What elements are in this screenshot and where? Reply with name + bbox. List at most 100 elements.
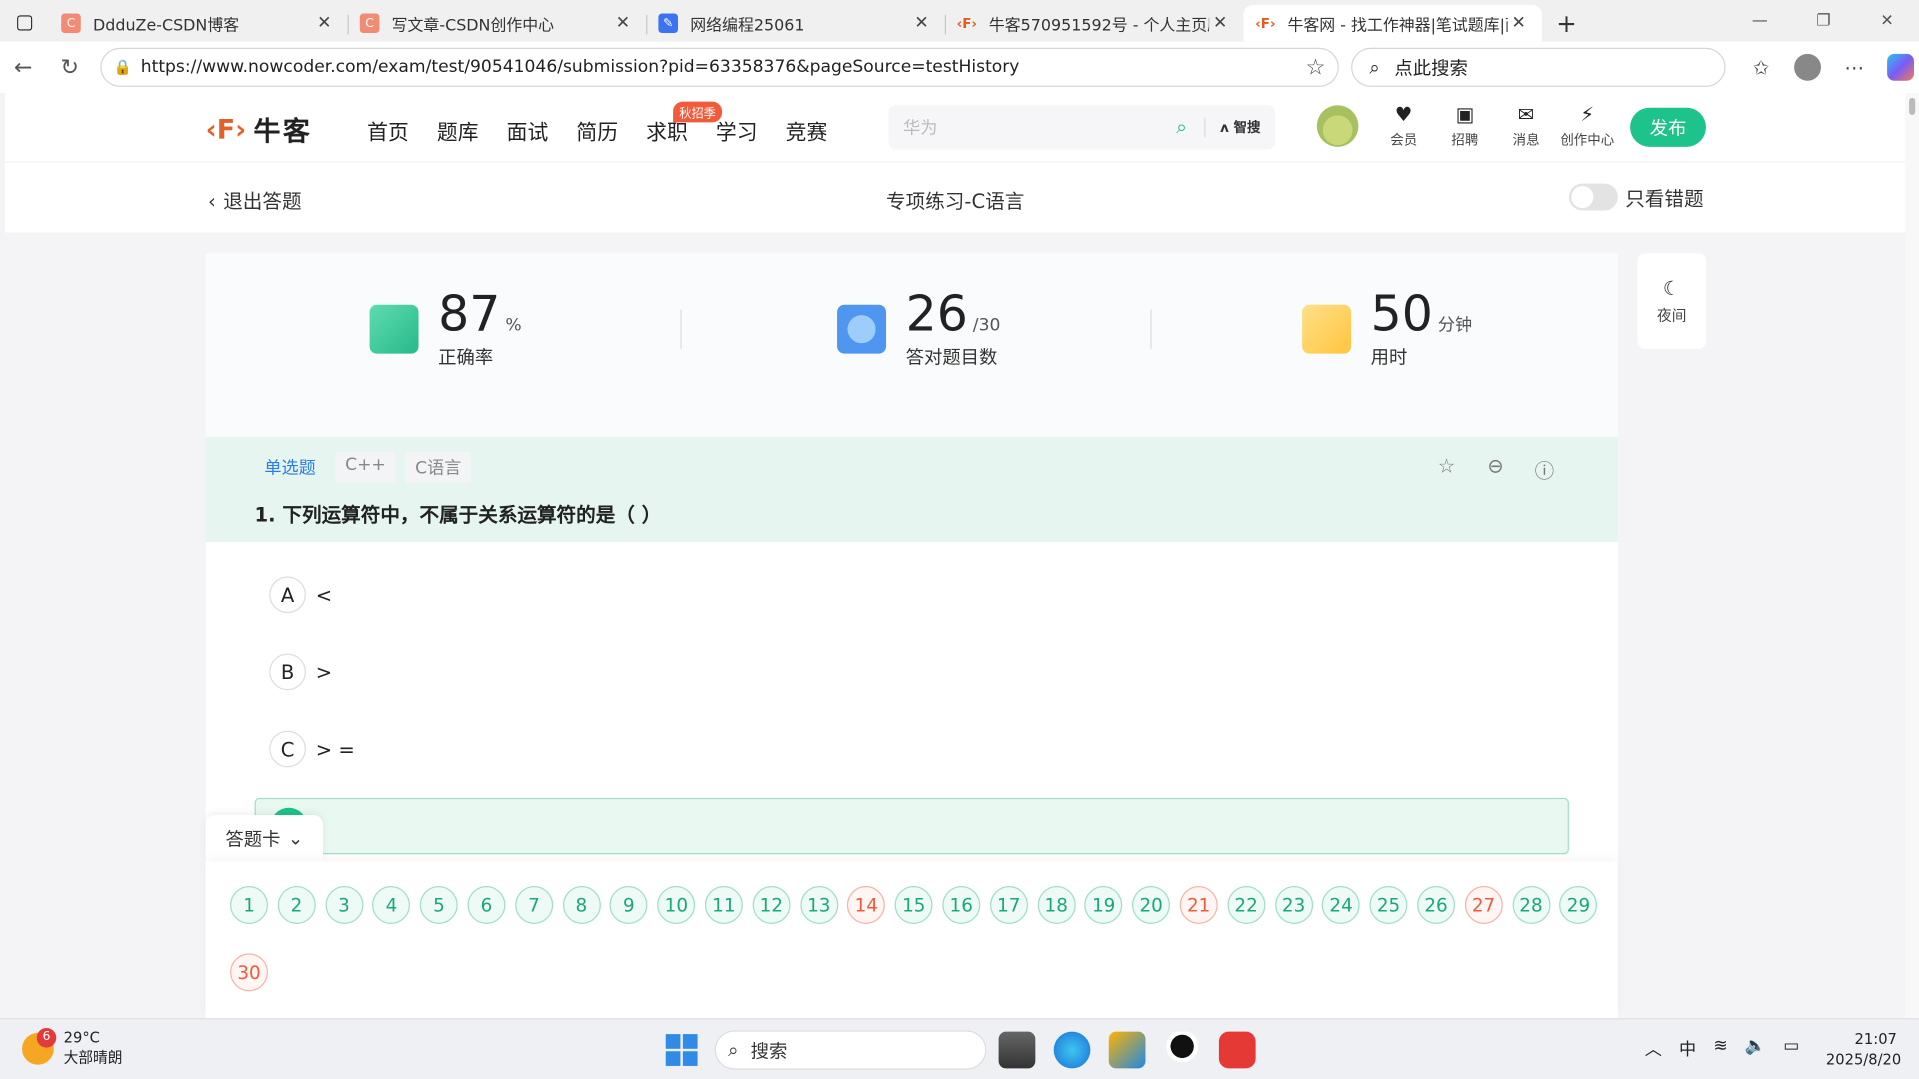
star-icon[interactable]: ☆ bbox=[1422, 454, 1471, 483]
netease-music-icon[interactable] bbox=[1218, 1031, 1256, 1069]
publish-button[interactable]: 发布 bbox=[1630, 107, 1706, 147]
option-a[interactable]: A < bbox=[269, 576, 332, 614]
nav-item-study[interactable]: 学习 bbox=[716, 115, 758, 145]
answer-number-button[interactable]: 9 bbox=[609, 886, 648, 924]
message-button[interactable]: ✉ 消息 bbox=[1495, 103, 1556, 150]
answer-number-button[interactable]: 14 bbox=[847, 886, 886, 924]
reload-icon[interactable]: ↻ bbox=[47, 44, 94, 91]
edge-icon[interactable] bbox=[1053, 1031, 1091, 1069]
answer-number-button[interactable]: 12 bbox=[752, 886, 791, 924]
answer-number-button[interactable]: 7 bbox=[514, 886, 553, 924]
nav-item-home[interactable]: 首页 bbox=[367, 115, 409, 145]
answer-number-button[interactable]: 20 bbox=[1132, 886, 1171, 924]
minus-circle-icon[interactable]: ⊖ bbox=[1471, 454, 1520, 483]
answer-number-button[interactable]: 18 bbox=[1037, 886, 1076, 924]
answer-number-button[interactable]: 27 bbox=[1464, 886, 1503, 924]
option-c[interactable]: C > = bbox=[269, 730, 355, 768]
copilot-icon[interactable] bbox=[1877, 53, 1919, 81]
ai-search-button[interactable]: ʌ 智搜 bbox=[1204, 117, 1261, 138]
answer-number-button[interactable]: 15 bbox=[894, 886, 933, 924]
more-icon[interactable]: ⋯ bbox=[1831, 56, 1878, 79]
answer-number-button[interactable]: 25 bbox=[1369, 886, 1408, 924]
volume-icon[interactable]: 🔈 bbox=[1745, 1037, 1766, 1061]
wifi-icon[interactable]: ≋ bbox=[1713, 1037, 1727, 1061]
browser-tab-2[interactable]: C 写文章-CSDN创作中心 ✕ bbox=[347, 5, 647, 42]
browser-tab-5[interactable]: ‹F› 牛客网 - 找工作神器|笔试题库|面试 ✕ bbox=[1243, 4, 1542, 42]
profile-icon[interactable] bbox=[1784, 53, 1831, 81]
chevron-up-icon[interactable]: ︿ bbox=[1645, 1037, 1662, 1061]
ime-indicator[interactable]: 中 bbox=[1679, 1037, 1696, 1061]
nav-item-questions[interactable]: 题库 bbox=[437, 115, 479, 145]
site-search-input[interactable]: 华为 ⌕ ʌ 智搜 bbox=[888, 105, 1276, 150]
topic-tag[interactable]: C++ bbox=[335, 451, 396, 484]
browser-tab-4[interactable]: ‹F› 牛客570951592号 - 个人主页刷题 ✕ bbox=[944, 5, 1244, 42]
answer-number-button[interactable]: 23 bbox=[1274, 886, 1313, 924]
answer-number-button[interactable]: 19 bbox=[1084, 886, 1123, 924]
system-clock[interactable]: 21:07 2025/8/20 bbox=[1826, 1029, 1901, 1071]
start-button[interactable] bbox=[665, 1034, 698, 1066]
answer-number-button[interactable]: 1 bbox=[230, 886, 269, 924]
vip-button[interactable]: ♥ 会员 bbox=[1373, 103, 1434, 150]
browser-tab-3[interactable]: ✎ 网络编程25061 ✕ bbox=[646, 5, 945, 42]
tab-actions-icon[interactable]: ▢ bbox=[0, 0, 49, 42]
close-tab-icon[interactable]: ✕ bbox=[1209, 13, 1231, 33]
answer-number-button[interactable]: 28 bbox=[1512, 886, 1550, 924]
answer-number-button[interactable]: 21 bbox=[1179, 886, 1218, 924]
option-d-correct[interactable] bbox=[254, 797, 1569, 855]
browser-search-box[interactable]: ⌕ 点此搜索 bbox=[1351, 47, 1726, 87]
search-icon[interactable]: ⌕ bbox=[1176, 115, 1187, 139]
answer-number-button[interactable]: 6 bbox=[467, 886, 506, 924]
close-window-icon[interactable]: ✕ bbox=[1855, 0, 1919, 42]
site-logo[interactable]: ‹F› 牛客 bbox=[206, 110, 313, 149]
weather-widget[interactable]: 6 29°C 大部晴朗 bbox=[22, 1027, 122, 1067]
address-bar[interactable]: 🔒 https://www.nowcoder.com/exam/test/905… bbox=[100, 47, 1339, 87]
answer-number-button[interactable]: 10 bbox=[657, 886, 696, 924]
answer-number-button[interactable]: 16 bbox=[942, 886, 981, 924]
user-avatar[interactable] bbox=[1316, 105, 1359, 147]
close-tab-icon[interactable]: ✕ bbox=[911, 13, 933, 33]
answer-number-button[interactable]: 2 bbox=[277, 886, 316, 924]
answer-number-button[interactable]: 13 bbox=[799, 886, 838, 924]
taskbar-search[interactable]: ⌕ 搜索 bbox=[714, 1030, 987, 1070]
topic-tag[interactable]: C语言 bbox=[405, 451, 472, 484]
answer-number-button[interactable]: 5 bbox=[419, 886, 458, 924]
answer-number-button[interactable]: 22 bbox=[1227, 886, 1266, 924]
answer-number-button[interactable]: 29 bbox=[1559, 886, 1598, 924]
answer-number-button[interactable]: 4 bbox=[372, 886, 411, 924]
answer-number-button[interactable]: 30 bbox=[230, 953, 269, 992]
restore-icon[interactable]: ❐ bbox=[1792, 0, 1856, 42]
browser-tab-1[interactable]: C DdduZe-CSDN博客 ✕ bbox=[49, 5, 348, 42]
new-tab-button[interactable]: + bbox=[1542, 5, 1591, 42]
recruit-button[interactable]: ▣ 招聘 bbox=[1434, 103, 1495, 150]
file-explorer-icon[interactable] bbox=[998, 1031, 1036, 1069]
minimize-icon[interactable]: — bbox=[1728, 0, 1792, 42]
scrollbar-thumb[interactable] bbox=[1909, 97, 1916, 116]
wrong-only-toggle[interactable]: 只看错题 bbox=[1568, 182, 1704, 211]
nav-item-interview[interactable]: 面试 bbox=[507, 115, 549, 145]
option-b[interactable]: B > bbox=[269, 653, 332, 691]
answer-number-button[interactable]: 26 bbox=[1417, 886, 1456, 924]
qq-icon[interactable] bbox=[1163, 1031, 1201, 1069]
answer-card-toggle[interactable]: 答题卡 ⌄ bbox=[205, 815, 324, 862]
answer-number-button[interactable]: 3 bbox=[325, 886, 363, 924]
page-scrollbar[interactable] bbox=[1905, 93, 1919, 1019]
site-info-icon[interactable]: 🔒 bbox=[114, 59, 141, 76]
answer-number-button[interactable]: 11 bbox=[704, 886, 743, 924]
favorites-icon[interactable]: ✩ bbox=[1738, 56, 1785, 79]
nav-item-contest[interactable]: 竞赛 bbox=[786, 115, 828, 145]
toggle-switch[interactable] bbox=[1568, 183, 1618, 211]
battery-icon[interactable]: ▭ bbox=[1783, 1037, 1799, 1061]
nav-item-resume[interactable]: 简历 bbox=[576, 115, 618, 145]
answer-number-button[interactable]: 24 bbox=[1322, 886, 1361, 924]
back-icon[interactable]: ← bbox=[0, 44, 47, 91]
nav-item-jobs[interactable]: 求职 秋招季 bbox=[646, 101, 723, 146]
report-icon[interactable]: ⓘ bbox=[1520, 454, 1569, 483]
answer-number-button[interactable]: 17 bbox=[989, 886, 1028, 924]
app-icon[interactable] bbox=[1108, 1031, 1146, 1069]
close-tab-icon[interactable]: ✕ bbox=[313, 13, 335, 33]
creator-center-button[interactable]: ⚡ 创作中心 bbox=[1557, 103, 1618, 150]
night-mode-button[interactable]: ☾ 夜间 bbox=[1637, 253, 1706, 349]
close-tab-icon[interactable]: ✕ bbox=[1508, 13, 1530, 33]
favorite-star-icon[interactable]: ☆ bbox=[1306, 54, 1326, 80]
answer-number-button[interactable]: 8 bbox=[562, 886, 601, 924]
